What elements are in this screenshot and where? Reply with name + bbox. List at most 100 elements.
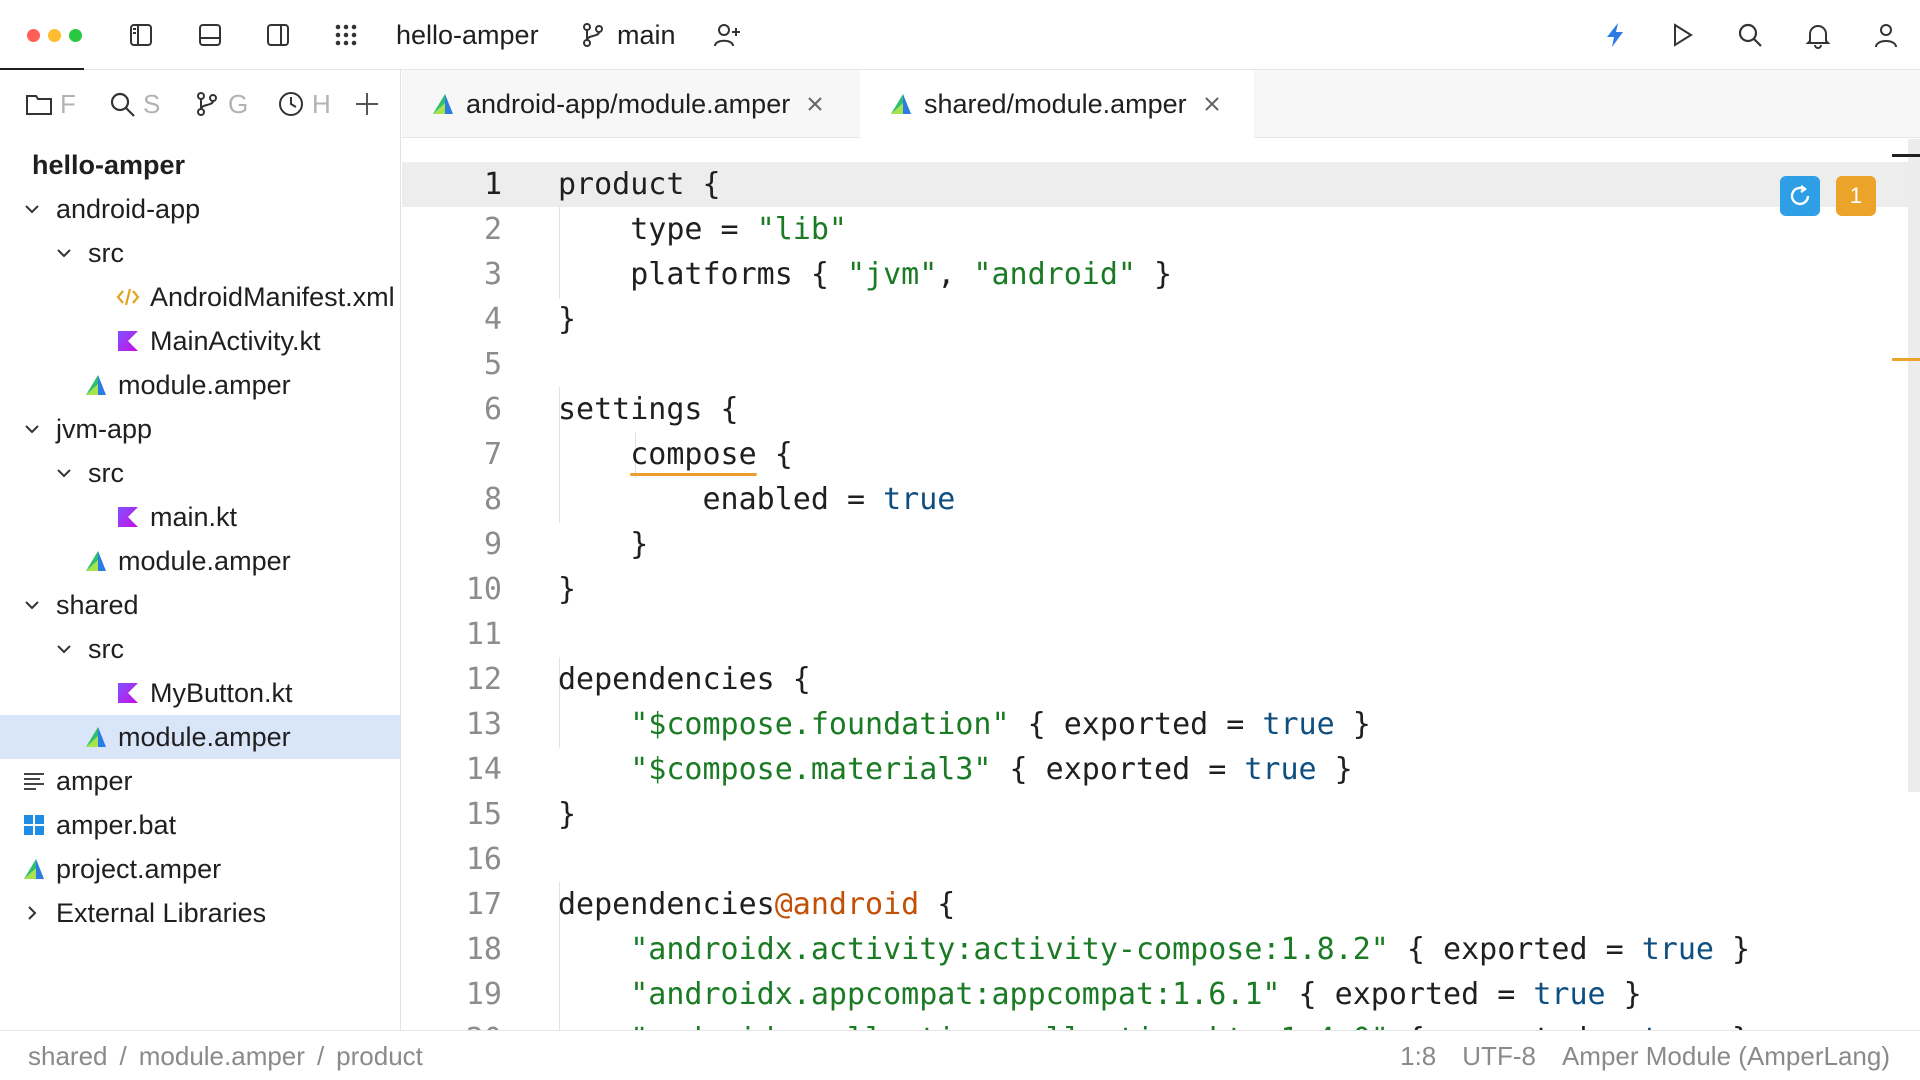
code-line[interactable]: } [558,297,576,342]
chevron-down-icon[interactable] [20,417,44,441]
caret-position[interactable]: 1:8 [1400,1039,1436,1073]
scroll-marker-warning[interactable] [1892,358,1920,361]
tree-item[interactable]: project.amper [0,847,400,891]
left-panel-toggle-icon[interactable] [122,16,160,54]
code-line[interactable]: "androidx.activity:activity-compose:1.8.… [558,927,1750,972]
tree-item[interactable]: amper.bat [0,803,400,847]
code-line[interactable]: platforms { "jvm", "android" } [558,252,1172,297]
code-line[interactable]: } [558,567,576,612]
chevron-down-icon[interactable] [52,241,76,265]
tree-item[interactable]: android-app [0,187,400,231]
search-icon[interactable] [1731,16,1769,54]
code-editor[interactable]: 1234567891011121314151617181920 product … [402,139,1920,1030]
tree-item[interactable]: module.amper [0,539,400,583]
code-token: dependencies [558,887,775,922]
code-token: true [1642,1022,1714,1030]
tree-item[interactable]: module.amper [0,715,400,759]
tree-item[interactable]: amper [0,759,400,803]
tree-item[interactable]: jvm-app [0,407,400,451]
inspection-widget: 1 [1780,175,1876,217]
lightning-icon[interactable] [1596,16,1634,54]
tree-item[interactable]: External Libraries [0,891,400,935]
tree-item-label: External Libraries [56,898,267,928]
tree-item[interactable]: shared [0,583,400,627]
tree-item[interactable]: src [0,627,400,671]
tree-item[interactable]: main.kt [0,495,400,539]
tool-tab-search[interactable]: S [107,86,160,122]
tree-item[interactable]: src [0,451,400,495]
code-line[interactable]: compose { [558,432,793,477]
line-number: 1 [483,167,502,202]
code-token: true [1244,752,1317,787]
code-line[interactable]: "$compose.material3" { exported = true } [558,747,1352,792]
close-tab-icon[interactable] [1201,93,1223,115]
tree-item-label: module.amper [118,546,291,576]
vertical-scrollbar[interactable] [1908,139,1920,792]
chevron-down-icon[interactable] [20,593,44,617]
window-maximize-button[interactable] [69,29,82,42]
editor-tab-android-app-module[interactable]: android-app/module.amper [402,70,858,138]
line-number: 7 [483,437,502,472]
add-user-icon[interactable] [708,16,746,54]
code-line[interactable]: enabled = true [558,477,955,522]
code-line[interactable]: } [558,522,648,567]
breadcrumb-separator: / [316,1041,325,1071]
code-line[interactable]: "$compose.foundation" { exported = true … [558,702,1371,747]
code-token: true [1533,977,1606,1012]
close-tab-icon[interactable] [804,93,826,115]
code-line[interactable]: product { [558,162,721,207]
tool-tab-history[interactable]: H [276,86,331,122]
main-menu-grid-icon[interactable] [327,16,365,54]
right-panel-toggle-icon[interactable] [259,16,297,54]
file-encoding[interactable]: UTF-8 [1462,1039,1536,1073]
tree-item[interactable]: src [0,231,400,275]
tree-item[interactable]: module.amper [0,363,400,407]
window-minimize-button[interactable] [48,29,61,42]
chevron-right-icon[interactable] [20,901,44,925]
code-line[interactable]: settings { [558,387,739,432]
breadcrumb-item[interactable]: module.amper [139,1039,305,1073]
run-icon[interactable] [1663,16,1701,54]
code-line[interactable]: dependencies { [558,657,811,702]
editor-tab-shared-module[interactable]: shared/module.amper [860,70,1254,138]
code-token: type = [558,212,757,247]
code-token: } [1605,977,1642,1012]
code-line[interactable]: dependencies@android { [558,882,955,927]
project-name[interactable]: hello-amper [396,18,539,52]
code-token: "jvm" [846,257,938,292]
add-tool-tab-button[interactable] [352,86,382,122]
branch-name[interactable]: main [617,18,676,52]
tree-item-label: AndroidManifest.xml [150,282,395,312]
chevron-down-icon[interactable] [52,637,76,661]
chevron-down-icon[interactable] [20,197,44,221]
code-line[interactable]: "androidx.appcompat:appcompat:1.6.1" { e… [558,972,1642,1017]
file-type[interactable]: Amper Module (AmperLang) [1562,1039,1890,1073]
tree-root-label[interactable]: hello-amper [32,148,185,182]
account-icon[interactable] [1867,16,1905,54]
tree-item[interactable]: MainActivity.kt [0,319,400,363]
line-number: 13 [465,707,502,742]
tree-item-label: amper [56,766,133,796]
breadcrumb-item[interactable]: product [336,1039,423,1073]
reload-project-button[interactable] [1780,176,1820,216]
tree-item-label: src [88,458,124,488]
tree-item[interactable]: AndroidManifest.xml [0,275,400,319]
code-line[interactable]: "androidx.collection:collection-ktx:1.4.… [558,1017,1750,1030]
chevron-down-icon[interactable] [52,461,76,485]
search-icon [110,92,135,117]
bottom-panel-toggle-icon[interactable] [191,16,229,54]
notifications-bell-icon[interactable] [1799,16,1837,54]
window-close-button[interactable] [27,29,40,42]
warning-count-badge[interactable]: 1 [1836,176,1876,216]
tool-tab-project[interactable]: F [24,86,76,122]
breadcrumb-item[interactable]: shared [28,1039,108,1073]
code-token: } [558,572,577,607]
code-token: true [1262,707,1335,742]
code-line[interactable]: type = "lib" [558,207,847,252]
code-line[interactable]: } [558,792,576,837]
code-token: } [1714,1022,1750,1030]
tool-tab-git[interactable]: G [192,86,248,122]
tree-item[interactable]: MyButton.kt [0,671,400,715]
